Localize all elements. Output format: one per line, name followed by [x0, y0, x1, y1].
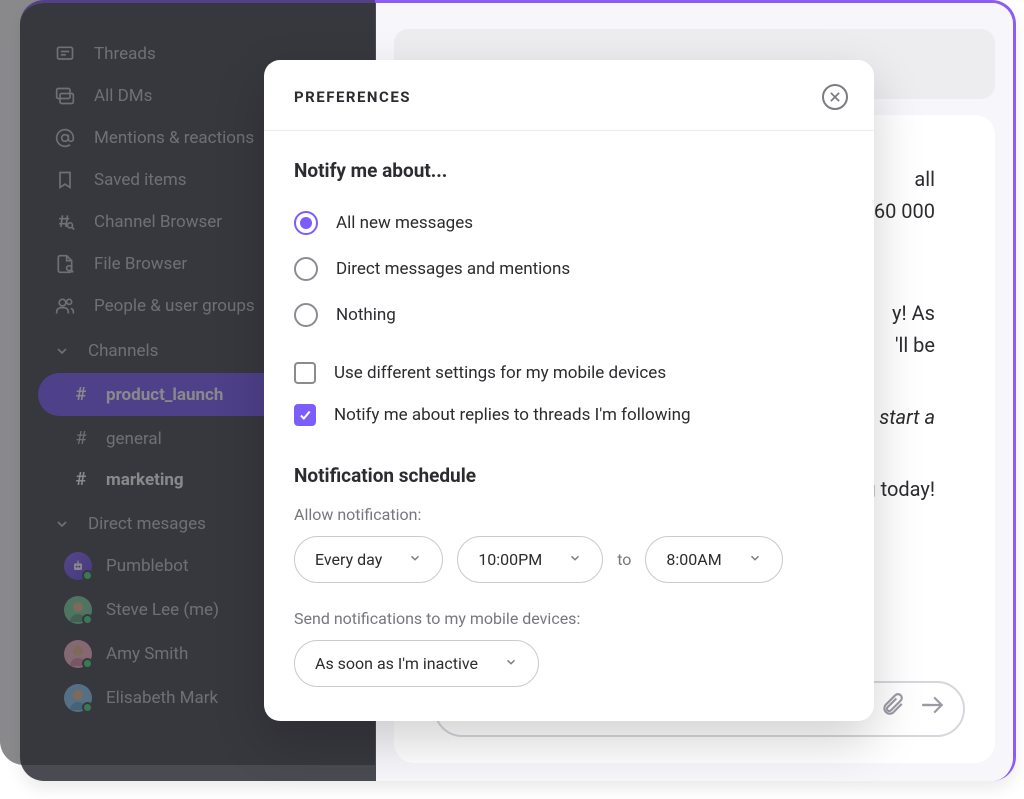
checkbox-icon [294, 362, 316, 384]
nav-label: Channel Browser [94, 212, 222, 232]
radio-nothing[interactable]: Nothing [294, 292, 844, 338]
msg-frag: g today! [864, 477, 935, 501]
dm-name: Steve Lee (me) [106, 600, 219, 620]
modal-header: PREFERENCES [264, 60, 874, 131]
modal-title: PREFERENCES [294, 88, 411, 106]
schedule-heading: Notification schedule [294, 464, 844, 487]
hash-icon: # [72, 469, 90, 490]
radio-label: All new messages [336, 213, 473, 233]
hash-icon: # [72, 428, 90, 449]
channel-name: product_launch [106, 385, 223, 405]
channel-name: marketing [106, 470, 184, 490]
chevron-down-icon [568, 550, 582, 569]
radio-label: Direct messages and mentions [336, 259, 570, 279]
dropdown-value: 10:00PM [478, 550, 542, 569]
dropdown-value: 8:00AM [666, 550, 721, 569]
time-to-dropdown[interactable]: 8:00AM [645, 536, 782, 583]
dms-icon [54, 85, 76, 107]
preferences-modal: PREFERENCES Notify me about... All new m… [264, 60, 874, 721]
checkbox-thread-replies[interactable]: Notify me about replies to threads I'm f… [294, 394, 844, 436]
channel-name: general [106, 429, 162, 449]
msg-frag: 'll be [895, 333, 935, 357]
nav-label: Mentions & reactions [94, 128, 254, 148]
dropdown-value: As soon as I'm inactive [315, 654, 478, 673]
section-label: Channels [88, 341, 158, 361]
modal-body: Notify me about... All new messages Dire… [264, 131, 874, 721]
checkbox-mobile-settings[interactable]: Use different settings for my mobile dev… [294, 352, 844, 394]
avatar [64, 684, 92, 712]
nav-label: Threads [94, 44, 156, 64]
dm-name: Amy Smith [106, 644, 188, 664]
radio-icon [294, 303, 318, 327]
chevron-down-icon [748, 550, 762, 569]
threads-icon [54, 43, 76, 65]
file-icon [54, 253, 76, 275]
msg-frag: start a [879, 405, 935, 429]
avatar [64, 640, 92, 668]
mobile-timing-dropdown[interactable]: As soon as I'm inactive [294, 640, 539, 687]
dm-name: Elisabeth Mark [106, 688, 218, 708]
chevron-down-icon [54, 343, 72, 359]
radio-label: Nothing [336, 305, 396, 325]
checkbox-label: Use different settings for my mobile dev… [334, 363, 666, 383]
radio-dm-mentions[interactable]: Direct messages and mentions [294, 246, 844, 292]
section-label: Direct mesages [88, 514, 206, 534]
to-label: to [617, 550, 631, 569]
send-mobile-label: Send notifications to my mobile devices: [294, 609, 844, 628]
chevron-down-icon [504, 654, 518, 673]
msg-frag: y! As [892, 301, 935, 325]
send-icon[interactable] [919, 692, 945, 727]
mentions-icon [54, 127, 76, 149]
dm-name: Pumblebot [106, 556, 189, 576]
allow-label: Allow notification: [294, 505, 844, 524]
nav-label: People & user groups [94, 296, 255, 316]
nav-label: File Browser [94, 254, 187, 274]
nav-label: All DMs [94, 86, 152, 106]
close-button[interactable] [822, 84, 848, 110]
msg-frag: all [914, 167, 935, 191]
nav-label: Saved items [94, 170, 187, 190]
bookmark-icon [54, 169, 76, 191]
radio-all-messages[interactable]: All new messages [294, 200, 844, 246]
avatar [64, 552, 92, 580]
radio-icon [294, 211, 318, 235]
radio-icon [294, 257, 318, 281]
attachment-icon[interactable] [879, 692, 905, 727]
chevron-down-icon [408, 550, 422, 569]
notify-heading: Notify me about... [294, 159, 844, 182]
hash-icon: # [72, 384, 90, 405]
chevron-down-icon [54, 516, 72, 532]
dropdown-value: Every day [315, 550, 382, 569]
time-from-dropdown[interactable]: 10:00PM [457, 536, 603, 583]
people-icon [54, 295, 76, 317]
checkbox-label: Notify me about replies to threads I'm f… [334, 405, 691, 425]
avatar [64, 596, 92, 624]
checkbox-icon [294, 404, 316, 426]
hash-search-icon [54, 211, 76, 233]
frequency-dropdown[interactable]: Every day [294, 536, 443, 583]
